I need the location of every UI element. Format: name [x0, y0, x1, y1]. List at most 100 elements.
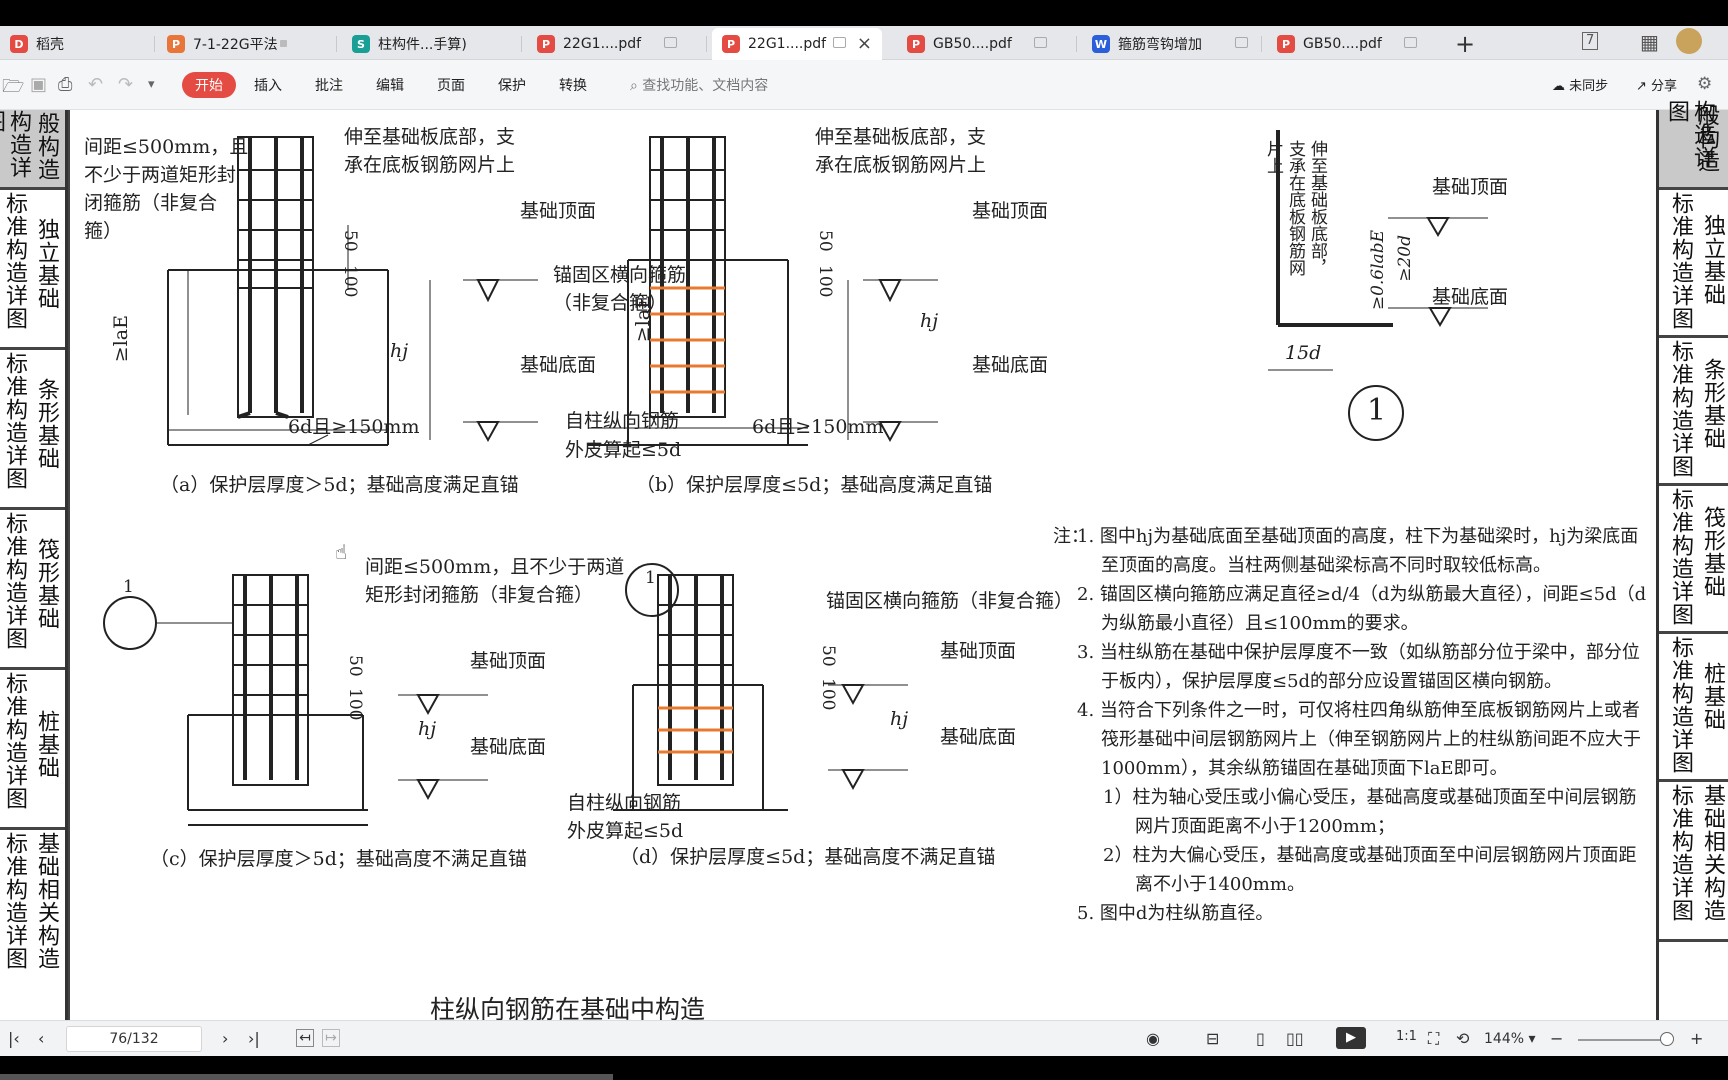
cloud-icon: ☁: [1552, 79, 1570, 94]
tab-annotate[interactable]: 批注: [315, 75, 343, 95]
tab-pdf-active[interactable]: P 22G1....pdf ×: [712, 28, 882, 60]
pdf-file-icon: P: [1277, 35, 1295, 53]
screen-icon: [1235, 37, 1248, 48]
single-page-icon[interactable]: ▯: [1256, 1029, 1265, 1048]
last-page-icon[interactable]: ›|: [248, 1029, 260, 1048]
actual-size-icon[interactable]: 1:1: [1396, 1029, 1417, 1044]
tab-label: GB50....pdf: [933, 36, 1012, 52]
zoom-in-icon[interactable]: +: [1690, 1029, 1703, 1048]
save-icon[interactable]: ▣: [30, 74, 47, 95]
annotation: 基础顶面: [940, 640, 1017, 662]
note-subitem: 1）柱为轴心受压或小偏心受压，基础高度或基础顶面至中间层钢筋网片顶面距离不小于1…: [1103, 787, 1637, 837]
share-button[interactable]: ↗ 分享: [1636, 75, 1677, 94]
search-placeholder: 查找功能、文档内容: [642, 78, 769, 94]
share-icon: ↗: [1636, 79, 1652, 94]
tab-convert[interactable]: 转换: [559, 75, 587, 95]
play-icon[interactable]: ▶: [1336, 1027, 1366, 1049]
tab-pdf-gb2[interactable]: P GB50....pdf: [1267, 28, 1447, 60]
first-page-icon[interactable]: |‹: [8, 1029, 20, 1048]
tab-insert[interactable]: 插入: [254, 75, 282, 95]
tab-label: 稻壳: [36, 37, 64, 53]
grid-apps-icon[interactable]: ▦: [1640, 30, 1659, 54]
video-progress: [0, 1074, 613, 1080]
eye-protect-icon[interactable]: ◉: [1146, 1029, 1160, 1048]
index-cell: 标准构造详图 独立基础: [1659, 190, 1728, 338]
annotation: 基础顶面: [470, 650, 547, 672]
zoom-slider-track[interactable]: [1578, 1039, 1666, 1041]
dimension-label: 100: [345, 688, 365, 721]
detail-number: 1: [1367, 393, 1387, 428]
note-item: 5. 图中d为柱纵筋直径。: [1077, 903, 1274, 924]
two-page-icon[interactable]: ▯▯: [1286, 1029, 1304, 1048]
index-cell: 筏形基础 标准构造详图: [0, 510, 65, 670]
annotation: 箍）: [84, 220, 123, 242]
print-icon[interactable]: ⎙: [58, 74, 72, 95]
search-field[interactable]: ⌕ 查找功能、文档内容: [630, 75, 768, 95]
tab-page[interactable]: 页面: [437, 75, 465, 95]
annotation: 基础顶面: [972, 200, 1049, 222]
tab-ppt[interactable]: P 7-1-22G平法: [157, 28, 337, 60]
detail-callout-number: 1: [123, 577, 134, 597]
document-viewport[interactable]: 般构造 构造详图 独立基础 标准构造详图 条形基础 标准构造详图 筏形基础 标准…: [0, 100, 1728, 1024]
zoom-out-icon[interactable]: −: [1550, 1029, 1563, 1048]
page-number-input[interactable]: 76/132: [66, 1026, 202, 1052]
prev-page-icon[interactable]: ‹: [38, 1029, 44, 1048]
annotation: 间距≤500mm，且: [84, 136, 249, 158]
avatar[interactable]: [1676, 28, 1702, 54]
dimension-label: 50: [345, 655, 365, 677]
figure-caption-d: （d）保护层厚度≤5d；基础高度不满足直锚: [620, 846, 996, 868]
index-cell: 标准构造详图 条形基础: [1659, 338, 1728, 486]
dimension-label: 100: [815, 265, 835, 298]
ribbon-toolbar: 🗁 ▣ ⎙ ↶ ↷ ▾ 开始 插入 批注 编辑 页面 保护 转换 ⌕ 查找功能、…: [0, 60, 1728, 110]
tab-start[interactable]: 开始: [182, 72, 236, 98]
fit-page-icon[interactable]: ⛶: [1428, 1029, 1439, 1049]
tab-pdf-1[interactable]: P 22G1....pdf: [527, 28, 707, 60]
annotation: 承在底板钢筋网片上: [344, 154, 516, 176]
annotation: 锚固区横向箍筋（非复合箍）: [826, 590, 1074, 612]
tab-word[interactable]: W 箍筋弯钩增加: [1082, 28, 1262, 60]
tab-pdf-gb1[interactable]: P GB50....pdf: [897, 28, 1077, 60]
tab-protect[interactable]: 保护: [498, 75, 526, 95]
annotation: 锚固区横向箍筋: [553, 264, 687, 286]
dimension-label: 50: [818, 645, 838, 667]
window-mode-icon[interactable]: 7: [1582, 32, 1599, 50]
zoom-select[interactable]: 144% ▾: [1484, 1031, 1536, 1047]
tab-label: 箍筋弯钩增加: [1118, 37, 1202, 53]
flow-file-icon: S: [352, 35, 370, 53]
redo-icon[interactable]: ↷: [118, 74, 133, 95]
new-tab-icon[interactable]: +: [1455, 30, 1475, 58]
undo-icon[interactable]: ↶: [88, 74, 103, 95]
screen-top-black-bar: [0, 0, 1728, 26]
dimension-label: 6d且≥150mm: [752, 416, 884, 438]
tab-label: 柱构件...手算): [378, 37, 467, 53]
tab-edit[interactable]: 编辑: [376, 75, 404, 95]
settings-gear-icon[interactable]: ⚙: [1697, 74, 1712, 94]
close-tab-icon[interactable]: ×: [857, 33, 872, 54]
dimension-label: 50: [340, 230, 360, 252]
index-cell: 般构造 构造详图: [0, 110, 65, 190]
fit-width-icon[interactable]: ⊟: [1206, 1029, 1219, 1048]
next-page-icon[interactable]: ›: [222, 1029, 228, 1048]
more-dropdown-icon[interactable]: ▾: [148, 77, 155, 92]
forward-icon[interactable]: ↦: [322, 1029, 340, 1047]
annotation: 闭箍筋（非复合: [84, 192, 218, 214]
tab-daoke[interactable]: D 稻壳: [0, 28, 155, 60]
zoom-slider-handle[interactable]: [1660, 1032, 1674, 1046]
annotation: 矩形封闭箍筋（非复合箍）: [365, 584, 594, 606]
annotation: 基础底面: [520, 354, 597, 376]
word-file-icon: W: [1092, 35, 1110, 53]
back-icon[interactable]: ↤: [296, 1029, 314, 1047]
pin-icon: [280, 40, 287, 47]
dimension-label: ≥laE: [632, 295, 654, 343]
sheet-left-index: 般构造 构造详图 独立基础 标准构造详图 条形基础 标准构造详图 筏形基础 标准…: [0, 110, 68, 1020]
rotate-icon[interactable]: ⟲: [1456, 1029, 1469, 1048]
tab-flow[interactable]: S 柱构件...手算): [342, 28, 522, 60]
dimension-label: ≥laE: [110, 315, 132, 363]
sync-status[interactable]: ☁ 未同步: [1552, 75, 1608, 94]
open-folder-icon[interactable]: 🗁: [2, 74, 24, 104]
dimension-label: ≥20d: [1395, 235, 1415, 282]
index-cell: 桩基础 标准构造详图: [0, 670, 65, 830]
dimension-label: hj: [920, 310, 939, 332]
note-item: 3. 当柱纵筋在基础中保护层厚度不一致（如纵筋部分位于梁中，部分位于板内），保护…: [1077, 642, 1640, 692]
pdf-file-icon: P: [722, 35, 740, 53]
